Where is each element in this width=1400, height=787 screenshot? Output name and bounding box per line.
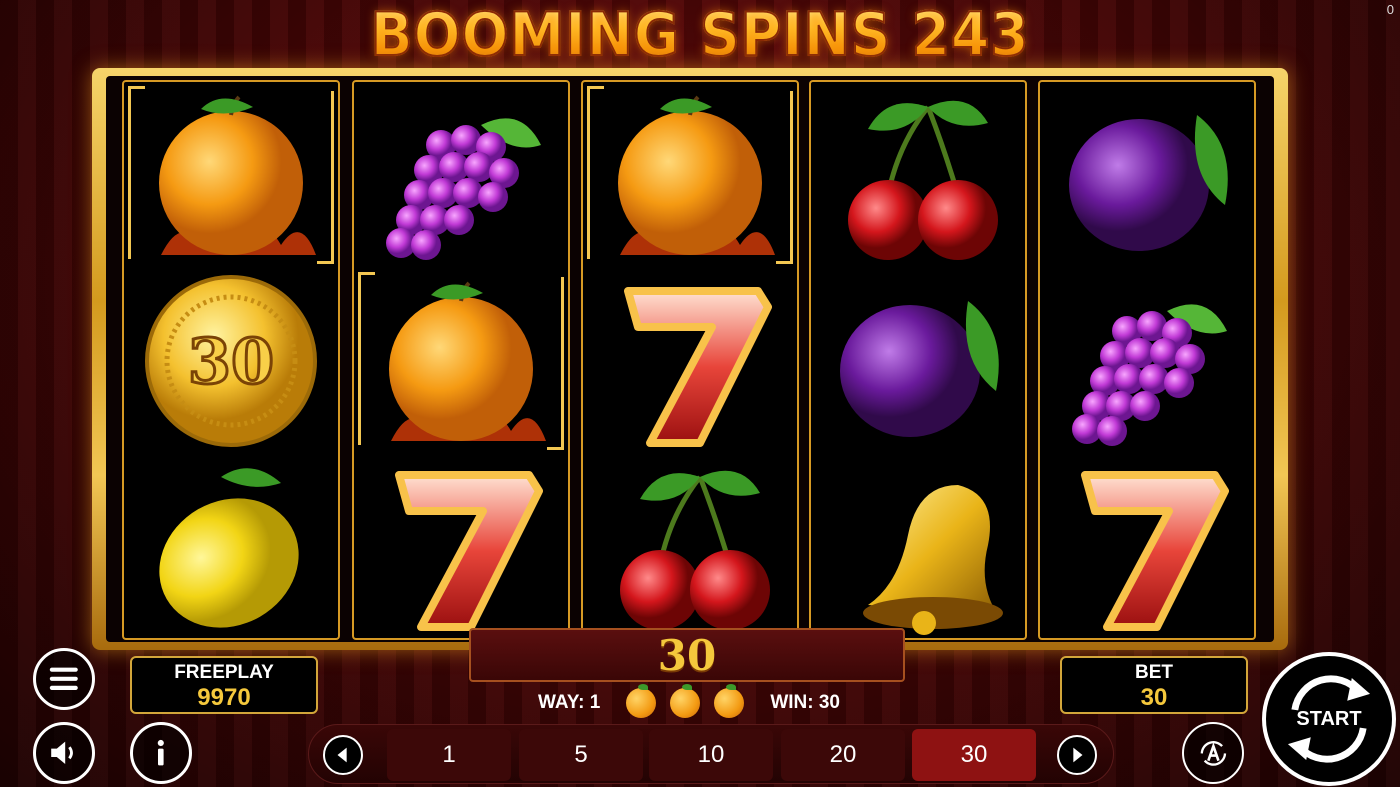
bet-option-5[interactable]: 5	[519, 729, 643, 781]
coin-icon: 30	[145, 275, 317, 447]
autoplay-icon	[1200, 740, 1226, 766]
bet-option-30[interactable]: 30	[912, 729, 1036, 781]
start-button[interactable]: START	[1262, 652, 1396, 786]
bet-selector: 1 5 10 20 30	[308, 724, 1114, 784]
arrow-left-icon	[337, 747, 347, 763]
orange-symbol-icon	[670, 684, 701, 718]
orange-icon	[618, 95, 775, 255]
reel-4-row-2-symbol	[811, 268, 1025, 454]
reel-4-row-3-symbol	[811, 452, 1025, 638]
hamburger-menu-icon	[50, 667, 78, 691]
start-label: START	[1296, 707, 1362, 730]
freeplay-balance: FREEPLAY 9970	[130, 656, 318, 714]
bet-value: 30	[1140, 684, 1168, 711]
reel-3-row-2-symbol	[583, 268, 797, 454]
plum-icon	[840, 301, 999, 437]
reel-1-row-1-symbol	[124, 82, 338, 268]
orange-symbol-icon	[626, 684, 657, 718]
win-amount: 30	[657, 630, 717, 680]
reel-1-row-3-symbol	[124, 452, 338, 638]
bet-option-1[interactable]: 1	[387, 729, 511, 781]
seven-icon	[624, 287, 772, 447]
reel-3-row-3-symbol	[583, 452, 797, 638]
bet-option-10[interactable]: 10	[649, 729, 773, 781]
way-label: WAY: 1	[538, 692, 601, 713]
bell-icon	[863, 485, 1003, 635]
reel-1-row-2-symbol: 30	[124, 268, 338, 454]
reel-2-row-3-symbol	[354, 452, 568, 638]
info-icon	[157, 740, 165, 766]
orange-icon	[159, 95, 316, 255]
seven-icon	[1081, 471, 1229, 631]
grapes-icon	[1072, 304, 1227, 446]
reel-5-row-3-symbol	[1040, 452, 1254, 638]
reel-5-row-2-symbol	[1040, 268, 1254, 454]
autoplay-button[interactable]	[1182, 722, 1244, 784]
bet-display: BET 30	[1060, 656, 1248, 714]
grapes-icon	[386, 118, 541, 260]
reel-3-row-1-symbol	[583, 82, 797, 268]
svg-text:30: 30	[188, 325, 274, 398]
freeplay-value: 9970	[197, 684, 251, 711]
win-line-info: WAY: 1 WIN: 30	[538, 684, 868, 718]
arrow-right-icon	[1073, 747, 1083, 763]
cherry-icon	[848, 100, 998, 260]
menu-button[interactable]	[33, 648, 95, 710]
seven-icon	[395, 471, 543, 631]
orange-icon	[389, 281, 546, 441]
bet-next-button[interactable]	[1057, 735, 1097, 775]
bet-option-20[interactable]: 20	[781, 729, 905, 781]
speaker-icon	[51, 741, 74, 765]
freeplay-label: FREEPLAY	[174, 662, 274, 683]
reel-5-row-1-symbol	[1040, 82, 1254, 268]
orange-symbol-icon	[714, 684, 745, 718]
info-button[interactable]	[130, 722, 192, 784]
bet-prev-button[interactable]	[323, 735, 363, 775]
win-label: WIN: 30	[770, 692, 840, 713]
reel-2-row-1-symbol	[354, 82, 568, 268]
game-title-text: BOOMING SPINS 243	[370, 0, 1030, 71]
sound-button[interactable]	[33, 722, 95, 784]
reel-4-row-1-symbol	[811, 82, 1025, 268]
lemon-icon	[159, 468, 299, 628]
reel-2-row-2-symbol	[354, 268, 568, 454]
plum-icon	[1069, 115, 1228, 251]
win-display: 30	[469, 628, 905, 682]
bet-label: BET	[1135, 662, 1173, 683]
game-title: BOOMING SPINS 243	[0, 0, 1400, 71]
cherry-icon	[620, 470, 770, 630]
